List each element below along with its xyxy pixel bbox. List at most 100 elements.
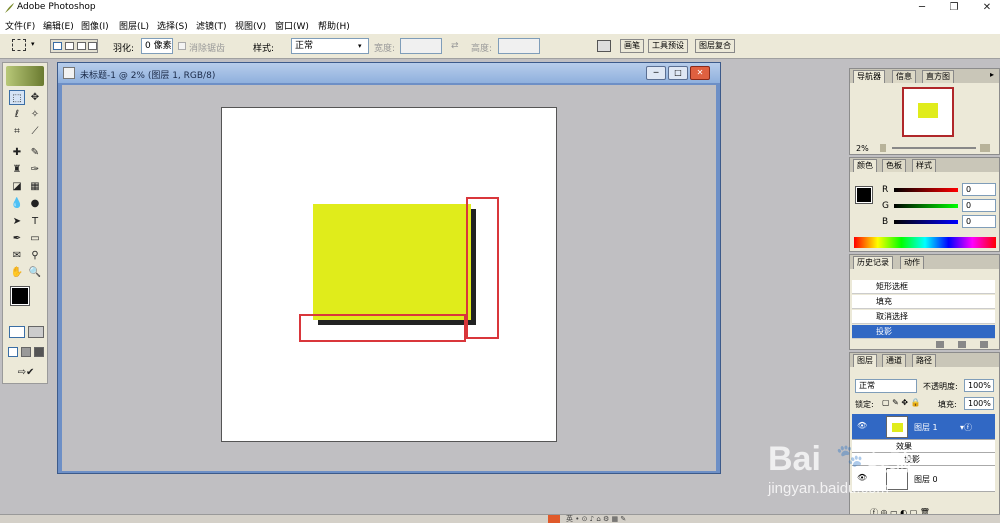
dock-tab-brushes[interactable]: 画笔	[620, 39, 644, 53]
tab-channels[interactable]: 通道	[882, 354, 906, 367]
tray-icons[interactable]: 英 • ⊙ ♪ ⌂ ⚙ ▦ ✎	[566, 514, 626, 523]
tab-color[interactable]: 颜色	[853, 159, 877, 172]
new-snapshot-icon[interactable]	[958, 341, 966, 348]
clone-stamp-tool-icon[interactable]: ♜	[9, 162, 25, 177]
screen-mode-standard-icon[interactable]	[8, 347, 18, 357]
file-browser-icon[interactable]	[597, 40, 611, 52]
photoshop-logo-icon[interactable]	[6, 66, 44, 86]
tab-histogram[interactable]: 直方图	[922, 70, 954, 83]
doc-close-button[interactable]: ✕	[690, 66, 710, 80]
selection-mode-buttons[interactable]	[50, 39, 98, 53]
screen-mode-buttons[interactable]	[8, 347, 44, 359]
menu-edit[interactable]: 编辑(E)	[43, 19, 74, 32]
type-tool-icon[interactable]: T	[27, 214, 43, 229]
swap-dimensions-icon[interactable]: ⇄	[451, 41, 459, 51]
eyedropper-tool-icon[interactable]: ⚲	[27, 248, 43, 263]
channel-r-value[interactable]: 0	[962, 183, 996, 196]
marquee-tool-icon[interactable]: ⬚	[9, 90, 25, 105]
menu-help[interactable]: 帮助(H)	[318, 19, 350, 32]
slice-tool-icon[interactable]: ⟋	[27, 124, 43, 139]
height-input[interactable]	[498, 38, 540, 54]
blend-mode-select[interactable]: 正常	[855, 379, 917, 393]
tab-navigator[interactable]: 导航器	[853, 70, 885, 83]
channel-r-slider[interactable]	[894, 188, 958, 192]
menu-select[interactable]: 选择(S)	[157, 19, 188, 32]
doc-maximize-button[interactable]: □	[668, 66, 688, 80]
channel-b-slider[interactable]	[894, 220, 958, 224]
zoom-tool-icon[interactable]: 🔍	[27, 265, 43, 280]
lock-icons[interactable]: ▢ ✎ ✥ 🔒	[882, 398, 921, 407]
subtract-selection-icon[interactable]	[77, 42, 86, 50]
intersect-selection-icon[interactable]	[88, 42, 97, 50]
navigator-thumbnail[interactable]	[902, 87, 954, 137]
screen-mode-full-icon[interactable]	[34, 347, 44, 357]
history-item-drop-shadow[interactable]: 投影	[852, 325, 995, 339]
input-method-icon[interactable]	[548, 515, 560, 523]
menu-view[interactable]: 视图(V)	[235, 19, 266, 32]
channel-g-slider[interactable]	[894, 204, 958, 208]
notes-tool-icon[interactable]: ✉	[9, 248, 25, 263]
dock-tab-tool-presets[interactable]: 工具预设	[648, 39, 688, 53]
lasso-tool-icon[interactable]: ℓ	[9, 107, 25, 122]
history-item-fill[interactable]: 填充	[852, 295, 995, 309]
brush-tool-icon[interactable]: ✎	[27, 145, 43, 160]
eye-icon[interactable]: 👁	[857, 421, 867, 430]
menu-window[interactable]: 窗口(W)	[275, 19, 309, 32]
zoom-in-icon[interactable]	[980, 144, 990, 152]
quick-mask-mode-icon[interactable]	[28, 326, 44, 338]
hand-tool-icon[interactable]: ✋	[9, 265, 25, 280]
channel-b-value[interactable]: 0	[962, 215, 996, 228]
tab-swatches[interactable]: 色板	[882, 159, 906, 172]
color-fg-swatch[interactable]	[855, 186, 873, 204]
standard-mode-icon[interactable]	[9, 326, 25, 338]
magic-wand-tool-icon[interactable]: ✧	[27, 107, 43, 122]
menu-layer[interactable]: 图层(L)	[119, 19, 149, 32]
close-button[interactable]: ✕	[980, 1, 994, 15]
dock-tab-layer-comps[interactable]: 图层复合	[695, 39, 735, 53]
document-title-bar[interactable]: 未标题-1 @ 2% (图层 1, RGB/8) ─ □ ✕	[58, 63, 720, 83]
history-item-marquee[interactable]: 矩形选框	[852, 280, 995, 294]
restore-button[interactable]: ❐	[947, 1, 961, 15]
style-select[interactable]: 正常 ▾	[291, 38, 369, 54]
tab-paths[interactable]: 路径	[912, 354, 936, 367]
navigator-zoom[interactable]: 2%	[856, 144, 869, 153]
chevron-down-icon[interactable]: ▾	[31, 40, 35, 48]
rect-marquee-preset-icon[interactable]	[12, 39, 26, 51]
tab-actions[interactable]: 动作	[900, 256, 924, 269]
feather-input[interactable]: 0 像素	[141, 38, 173, 54]
path-selection-tool-icon[interactable]: ➤	[9, 214, 25, 229]
history-item-deselect[interactable]: 取消选择	[852, 310, 995, 324]
trash-icon[interactable]	[980, 341, 988, 348]
healing-brush-tool-icon[interactable]: ✚	[9, 145, 25, 160]
layer-row-layer1[interactable]: 👁 图层 1 ▾ⓕ	[852, 414, 995, 440]
opacity-input[interactable]: 100%	[964, 379, 994, 392]
dodge-tool-icon[interactable]: ●	[27, 196, 43, 211]
gradient-tool-icon[interactable]: ▦	[27, 179, 43, 194]
jump-to-imageready-icon[interactable]: ⇨✔	[9, 365, 43, 380]
panel-menu-icon[interactable]: ▸	[990, 70, 994, 79]
new-selection-icon[interactable]	[53, 42, 62, 50]
history-brush-tool-icon[interactable]: ✑	[27, 162, 43, 177]
channel-g-value[interactable]: 0	[962, 199, 996, 212]
width-input[interactable]	[400, 38, 442, 54]
doc-minimize-button[interactable]: ─	[646, 66, 666, 80]
tab-info[interactable]: 信息	[892, 70, 916, 83]
zoom-slider[interactable]	[892, 147, 976, 149]
tab-layers[interactable]: 图层	[853, 354, 877, 367]
crop-tool-icon[interactable]: ⌗	[9, 124, 25, 139]
antialias-checkbox[interactable]	[178, 42, 186, 50]
menu-filter[interactable]: 滤镜(T)	[196, 19, 227, 32]
new-document-from-state-icon[interactable]	[936, 341, 944, 348]
blur-tool-icon[interactable]: 💧	[9, 196, 25, 211]
screen-mode-full-menu-icon[interactable]	[21, 347, 31, 357]
fill-input[interactable]: 100%	[964, 397, 994, 410]
layer-effects-icon[interactable]: ▾ⓕ	[960, 422, 972, 433]
pen-tool-icon[interactable]: ✒	[9, 231, 25, 246]
color-spectrum-bar[interactable]	[854, 237, 996, 248]
shape-tool-icon[interactable]: ▭	[27, 231, 43, 246]
move-tool-icon[interactable]: ✥	[27, 90, 43, 105]
minimize-button[interactable]: ─	[915, 1, 929, 15]
menu-file[interactable]: 文件(F)	[5, 19, 35, 32]
zoom-out-icon[interactable]	[880, 144, 886, 152]
menu-image[interactable]: 图像(I)	[81, 19, 109, 32]
